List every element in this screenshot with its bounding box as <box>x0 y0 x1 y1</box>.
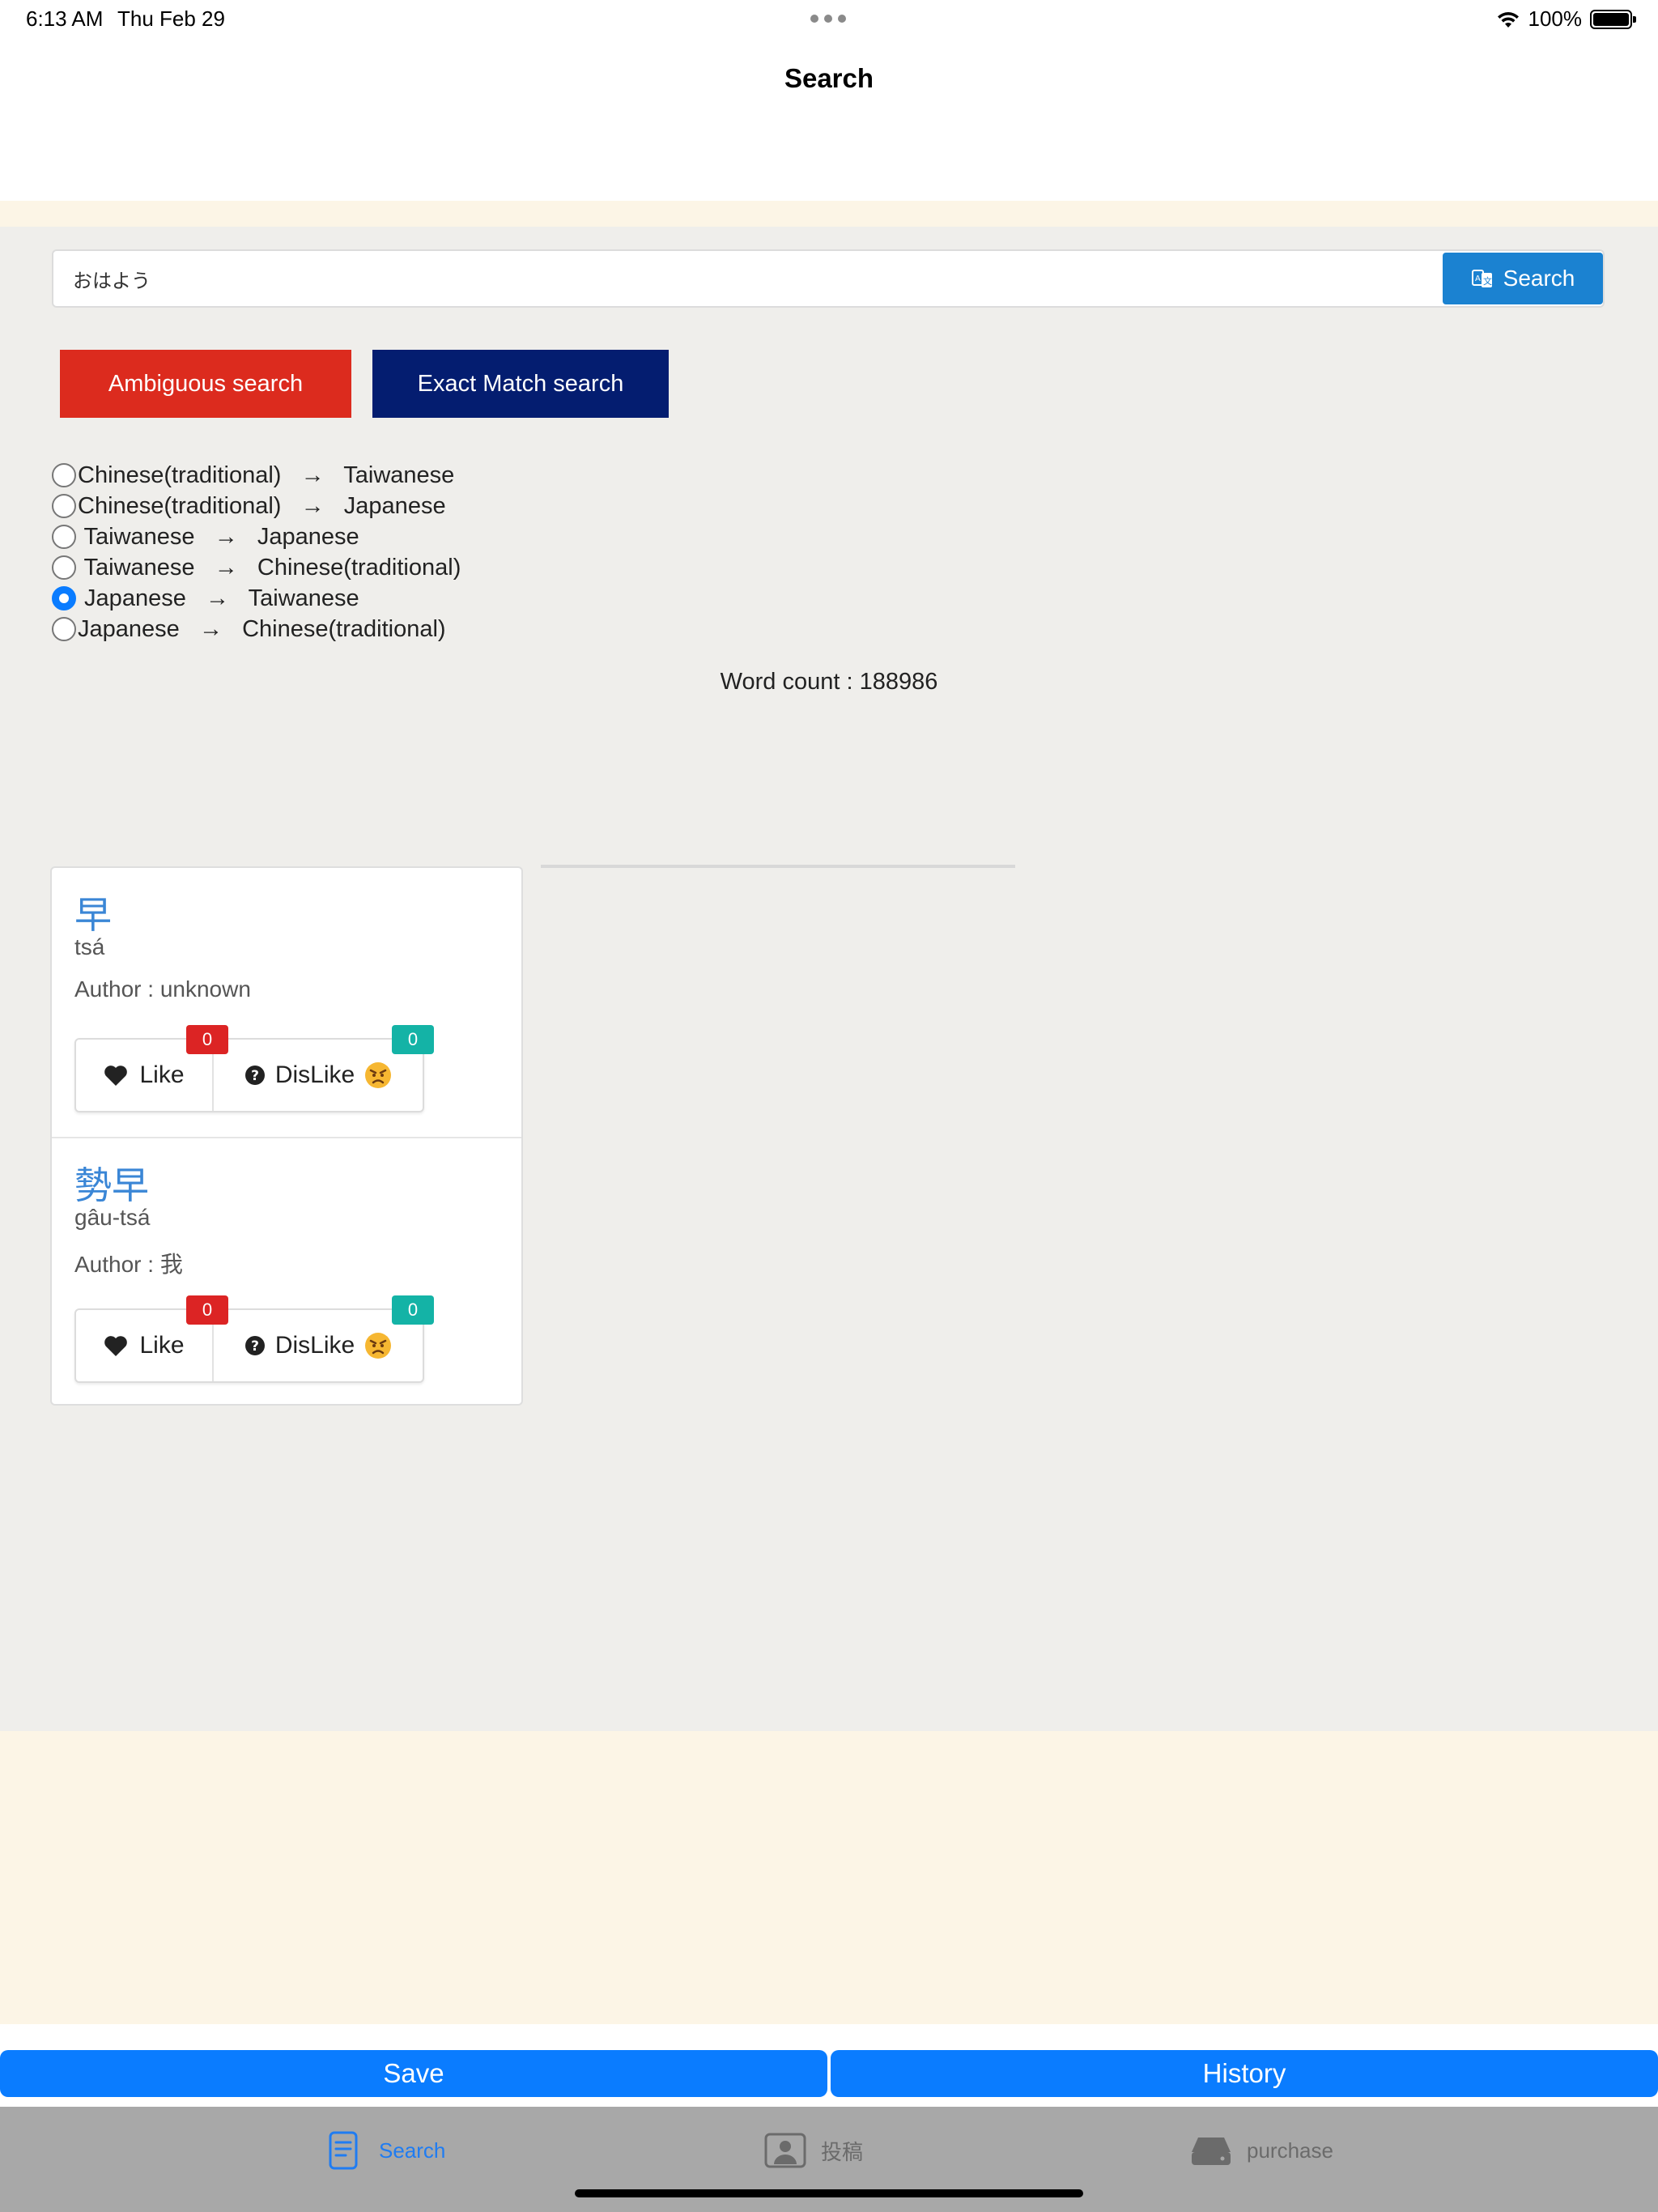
vote-buttons: Like ? DisLike 0 0 <box>74 1025 434 1112</box>
svg-text:文: 文 <box>1483 275 1492 287</box>
search-input[interactable] <box>53 251 1439 306</box>
dislike-count-badge: 0 <box>392 1295 434 1325</box>
search-button-label: Search <box>1503 266 1575 291</box>
top-banner-area <box>0 201 1658 227</box>
wifi-icon <box>1497 11 1519 28</box>
word-count: Word count : 188986 <box>720 669 938 695</box>
tab-label: Search <box>379 2138 446 2163</box>
like-label: Like <box>139 1332 185 1359</box>
divider <box>541 865 1015 868</box>
drive-icon <box>1192 2138 1231 2165</box>
direction-option[interactable]: Japanese → Chinese(traditional) <box>52 614 461 644</box>
direction-option[interactable]: Taiwanese → Chinese(traditional) <box>52 552 461 583</box>
search-button[interactable]: A 文 Search <box>1443 253 1603 304</box>
radio-button-selected[interactable] <box>52 586 76 610</box>
tab-label: purchase <box>1247 2138 1333 2163</box>
dislike-label: DisLike <box>274 1061 355 1088</box>
angry-face-icon <box>365 1062 392 1088</box>
tab-label: 投稿 <box>821 2139 864 2164</box>
heart-icon <box>104 1066 128 1086</box>
radio-button[interactable] <box>52 463 76 487</box>
svg-text:A: A <box>1475 274 1481 283</box>
radio-button[interactable] <box>52 555 76 580</box>
entry-word[interactable]: 勢早 <box>74 1156 149 1210</box>
radio-button[interactable] <box>52 525 76 549</box>
status-bar: 6:13 AM Thu Feb 29 100% <box>0 0 1658 39</box>
entry-word[interactable]: 早 <box>74 886 112 939</box>
direction-option[interactable]: Chinese(traditional) → Japanese <box>52 491 461 521</box>
search-bar: A 文 Search <box>52 249 1605 308</box>
tab-purchase[interactable]: purchase <box>1190 2128 1333 2173</box>
direction-label: Chinese(traditional) → Taiwanese <box>78 462 455 488</box>
heart-icon <box>104 1336 128 1356</box>
save-button[interactable]: Save <box>0 2050 827 2097</box>
history-button[interactable]: History <box>831 2050 1658 2097</box>
like-count-badge: 0 <box>186 1025 228 1054</box>
page-title: Search <box>784 63 874 93</box>
exact-match-search-button[interactable]: Exact Match search <box>372 350 669 418</box>
ambiguous-search-button[interactable]: Ambiguous search <box>60 350 351 418</box>
bottom-banner-area <box>0 1731 1658 2024</box>
entry-author: Author : unknown <box>74 976 251 1002</box>
translate-icon: A 文 <box>1471 270 1492 287</box>
svg-text:?: ? <box>251 1338 259 1355</box>
radio-button[interactable] <box>52 617 76 641</box>
direction-label: Taiwanese → Japanese <box>78 523 359 550</box>
like-count-badge: 0 <box>186 1295 228 1325</box>
document-icon <box>329 2131 358 2170</box>
entry-author: Author : 我 <box>74 1252 183 1277</box>
question-circle-icon: ? <box>244 1336 265 1355</box>
entry-reading: tsá <box>74 934 105 959</box>
dislike-label: DisLike <box>274 1332 355 1359</box>
result-entry: 勢早 gâu-tsá Author : 我 Like ? DisLike 0 0 <box>52 1137 521 1406</box>
direction-option[interactable]: Japanese → Taiwanese <box>52 583 461 614</box>
status-time: 6:13 AM <box>26 6 104 31</box>
direction-label: Taiwanese → Chinese(traditional) <box>78 554 461 581</box>
results-list: 早 tsá Author : unknown Like ? DisLike 0 … <box>50 866 523 1406</box>
question-circle-icon: ? <box>244 1066 265 1085</box>
dislike-count-badge: 0 <box>392 1025 434 1054</box>
like-label: Like <box>139 1061 185 1088</box>
direction-label: Chinese(traditional) → Japanese <box>78 492 446 519</box>
svg-text:?: ? <box>251 1068 259 1084</box>
battery-icon <box>1590 9 1636 29</box>
direction-label: Japanese → Chinese(traditional) <box>78 615 446 642</box>
entry-reading: gâu-tsá <box>74 1205 151 1230</box>
direction-radio-group: Chinese(traditional) → Taiwanese Chinese… <box>52 460 461 644</box>
home-indicator[interactable] <box>575 2189 1083 2197</box>
radio-button[interactable] <box>52 494 76 518</box>
portrait-icon <box>764 2133 806 2168</box>
angry-face-icon <box>365 1333 392 1359</box>
battery-percent: 100% <box>1528 6 1583 31</box>
tab-post[interactable]: 投稿 <box>764 2128 863 2173</box>
tab-search[interactable]: Search <box>322 2128 445 2173</box>
result-entry: 早 tsá Author : unknown Like ? DisLike 0 … <box>52 868 521 1137</box>
status-date: Thu Feb 29 <box>117 6 225 31</box>
direction-label: Japanese → Taiwanese <box>78 585 359 611</box>
direction-option[interactable]: Taiwanese → Japanese <box>52 521 461 552</box>
vote-buttons: Like ? DisLike 0 0 <box>74 1295 434 1383</box>
direction-option[interactable]: Chinese(traditional) → Taiwanese <box>52 460 461 491</box>
multitasking-dots-icon[interactable] <box>810 15 846 23</box>
status-indicators: 100% <box>1496 6 1636 32</box>
